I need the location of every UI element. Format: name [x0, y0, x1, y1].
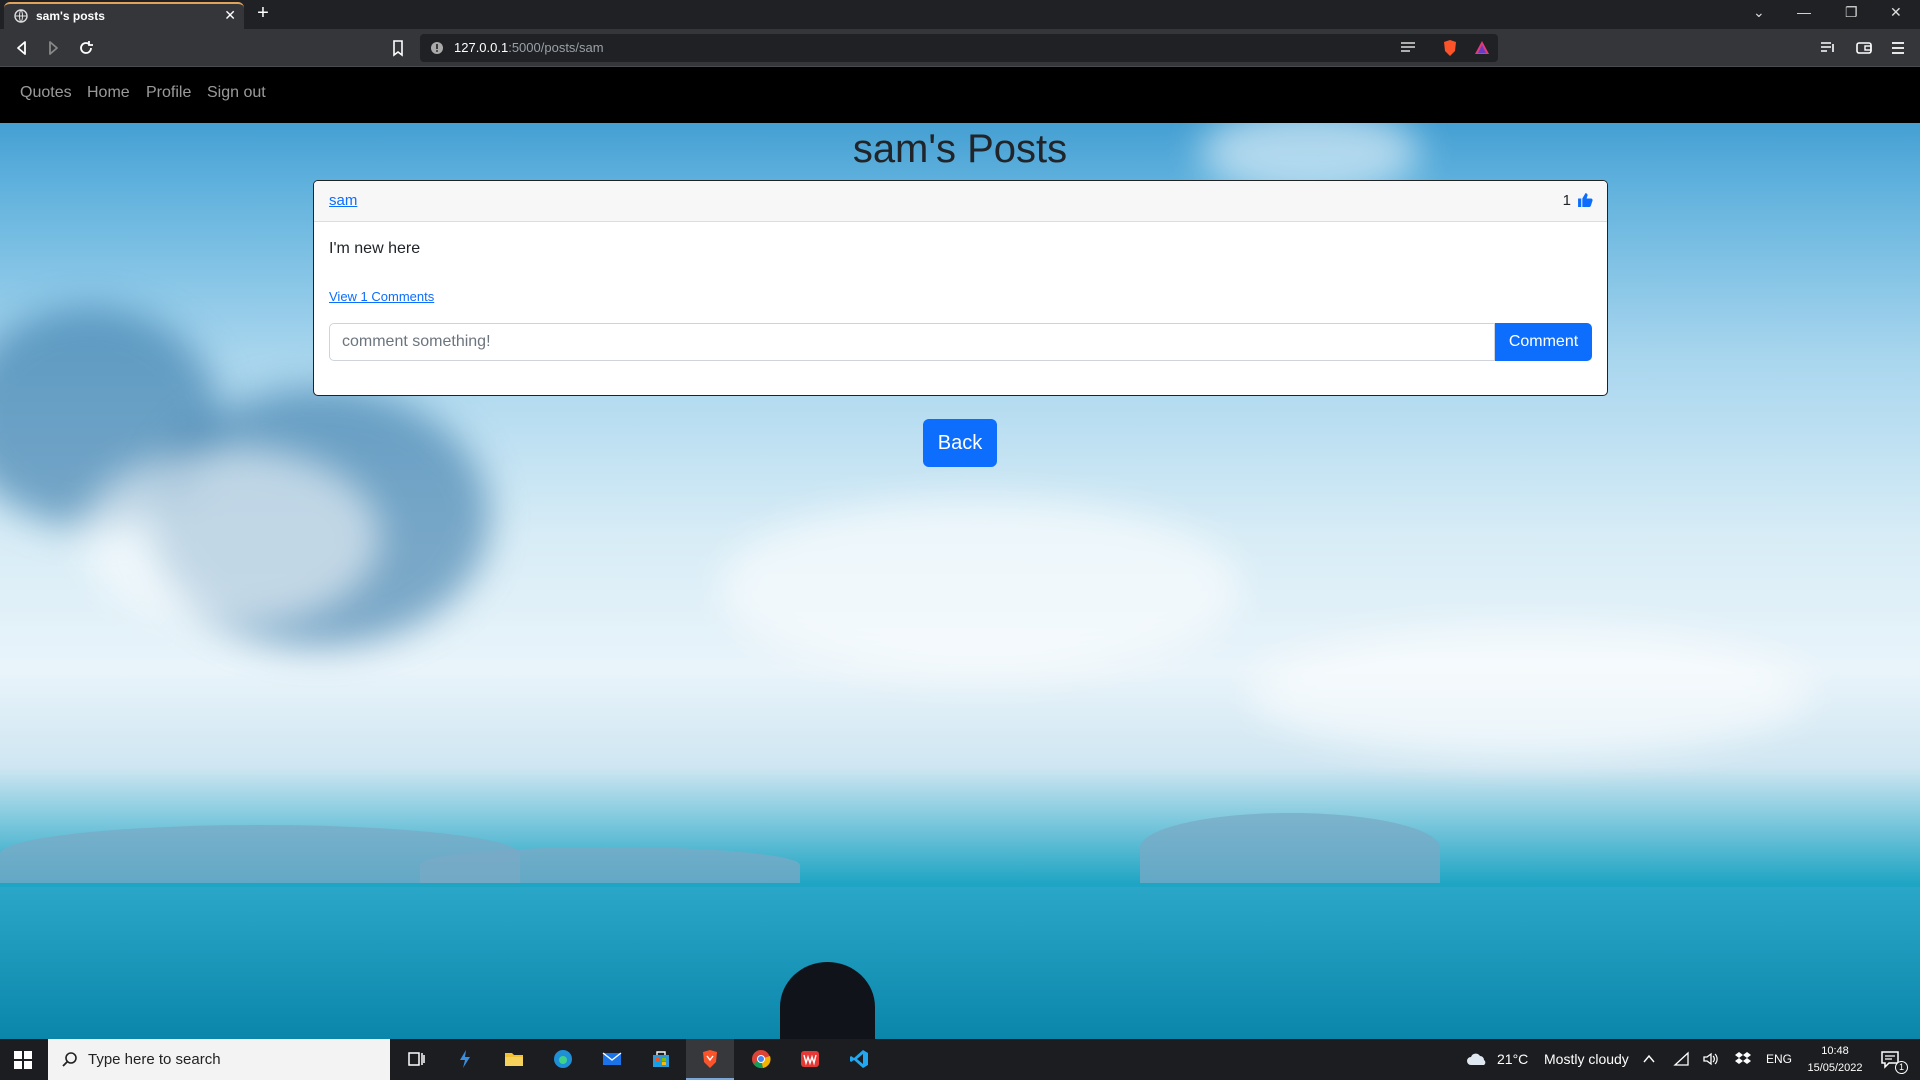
clock-date: 15/05/2022 — [1807, 1062, 1863, 1074]
chrome-icon — [752, 1050, 771, 1069]
comment-input[interactable] — [329, 323, 1495, 361]
vscode-icon — [850, 1050, 868, 1068]
windows-start-icon[interactable] — [14, 1051, 32, 1069]
thumbs-up-icon[interactable] — [1577, 191, 1594, 208]
background-mountain — [420, 847, 800, 883]
store-bag-icon — [653, 1051, 669, 1067]
task-view-button[interactable] — [392, 1039, 440, 1080]
url-path: :5000/posts/sam — [508, 40, 604, 55]
search-placeholder: Type here to search — [88, 1051, 221, 1068]
forward-arrow-icon[interactable] — [43, 38, 63, 58]
nav-link-quotes[interactable]: Quotes — [20, 84, 72, 102]
edge-browser-icon — [554, 1050, 572, 1068]
post-text: I'm new here — [329, 240, 421, 257]
folder-icon — [505, 1053, 523, 1066]
brave-rewards-icon[interactable] — [1472, 38, 1492, 58]
reload-icon[interactable] — [76, 38, 96, 58]
playlist-icon[interactable] — [1818, 38, 1838, 58]
chevron-up-icon[interactable] — [1643, 1054, 1655, 1064]
taskbar-app-mail[interactable] — [588, 1039, 636, 1080]
brave-shields-icon[interactable] — [1440, 38, 1460, 58]
post-card-header: sam 1 — [314, 181, 1607, 222]
taskbar-clock[interactable]: 10:48 15/05/2022 — [1800, 1043, 1870, 1077]
weather-temperature[interactable]: 21°C — [1497, 1051, 1528, 1067]
nav-link-home[interactable]: Home — [87, 84, 130, 102]
back-arrow-icon[interactable] — [12, 38, 32, 58]
background-mountain — [1140, 813, 1440, 883]
bookmark-icon[interactable] — [388, 38, 408, 58]
volume-icon[interactable] — [1702, 1051, 1719, 1067]
page-viewport: Quotes Home Profile Sign out sam's Posts… — [0, 67, 1920, 1039]
background-cloud — [1250, 627, 1810, 757]
browser-tab[interactable]: sam's posts ✕ — [4, 2, 244, 29]
taskbar-app-chrome[interactable] — [737, 1039, 785, 1080]
taskbar-app-edge[interactable] — [539, 1039, 587, 1080]
lightning-icon — [460, 1050, 470, 1068]
comment-button[interactable]: Comment — [1495, 323, 1592, 361]
task-view-icon — [408, 1052, 425, 1066]
taskbar-search-box[interactable]: Type here to search — [48, 1039, 390, 1080]
dropbox-icon[interactable] — [1734, 1051, 1752, 1067]
back-button[interactable]: Back — [923, 419, 997, 467]
site-navbar: Quotes Home Profile Sign out — [0, 67, 1920, 123]
taskbar-app-file-explorer[interactable] — [490, 1039, 538, 1080]
taskbar-app-brave[interactable] — [686, 1039, 734, 1080]
post-card: sam 1 I'm new here View 1 Comments Comme… — [313, 180, 1608, 396]
url-text[interactable]: 127.0.0.1:5000/posts/sam — [454, 40, 604, 55]
url-host: 127.0.0.1 — [454, 40, 509, 55]
brave-lion-icon — [703, 1050, 717, 1068]
post-author-link[interactable]: sam — [329, 192, 357, 209]
weather-cloud-icon[interactable] — [1466, 1051, 1488, 1067]
view-comments-link[interactable]: View 1 Comments — [329, 289, 434, 304]
globe-icon — [14, 9, 28, 23]
background-sea — [0, 887, 1920, 1039]
nav-link-sign-out[interactable]: Sign out — [207, 84, 266, 102]
browser-toolbar: 127.0.0.1:5000/posts/sam — [0, 29, 1920, 67]
like-count: 1 — [1562, 192, 1571, 209]
menu-icon[interactable] — [1888, 38, 1908, 58]
minimize-button[interactable]: — — [1797, 4, 1811, 20]
tab-close-icon[interactable]: ✕ — [224, 7, 236, 24]
page-title: sam's Posts — [852, 127, 1068, 171]
background-cloud — [720, 497, 1240, 677]
address-bar[interactable]: 127.0.0.1:5000/posts/sam — [420, 34, 1498, 62]
weather-description[interactable]: Mostly cloudy — [1544, 1051, 1629, 1067]
taskbar-app-wps-office[interactable] — [786, 1039, 834, 1080]
search-icon — [62, 1052, 77, 1067]
wps-office-icon — [801, 1051, 819, 1067]
notification-count-badge: 1 — [1895, 1061, 1908, 1074]
new-tab-button[interactable]: + — [252, 3, 274, 25]
nav-link-profile[interactable]: Profile — [146, 84, 191, 102]
tab-title: sam's posts — [36, 9, 105, 23]
windows-taskbar: Type here to search 21°C Mostly cloudy E… — [0, 1039, 1920, 1080]
language-indicator[interactable]: ENG — [1766, 1052, 1792, 1066]
background-cloud — [80, 447, 380, 627]
taskbar-app-store[interactable] — [637, 1039, 685, 1080]
mail-icon — [602, 1052, 622, 1065]
browser-tab-bar: sam's posts ✕ + ⌄ — ❐ ✕ — [0, 0, 1920, 29]
site-info-icon[interactable] — [430, 41, 444, 55]
window-close-button[interactable]: ✕ — [1890, 4, 1902, 21]
wallet-icon[interactable] — [1854, 38, 1874, 58]
clock-time: 10:48 — [1821, 1045, 1849, 1057]
taskbar-app-vscode[interactable] — [835, 1039, 883, 1080]
tab-list-icon[interactable]: ⌄ — [1753, 4, 1765, 21]
reader-mode-icon[interactable] — [1398, 38, 1418, 58]
network-icon[interactable] — [1673, 1051, 1690, 1067]
restore-button[interactable]: ❐ — [1845, 4, 1858, 21]
taskbar-app-azure-data-studio[interactable] — [441, 1039, 489, 1080]
